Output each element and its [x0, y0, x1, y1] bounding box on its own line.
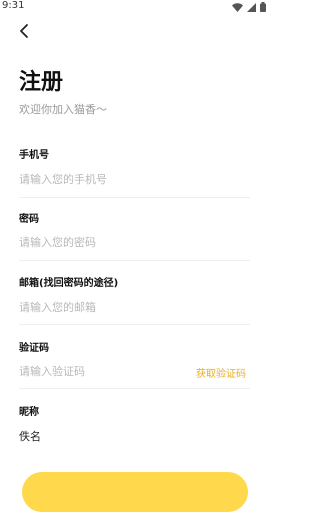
back-button[interactable] — [16, 22, 34, 40]
back-arrow-icon — [20, 24, 28, 38]
battery-icon — [260, 2, 266, 12]
password-label: 密码 — [19, 214, 39, 225]
get-code-button[interactable]: 获取验证码 — [196, 365, 246, 380]
email-label: 邮箱(找回密码的途径) — [19, 278, 119, 289]
status-bar: 9:31 — [0, 0, 270, 14]
page-subtitle: 欢迎你加入猫香～ — [19, 103, 107, 116]
nickname-input[interactable]: 佚名 — [19, 428, 41, 444]
code-input[interactable] — [19, 360, 189, 382]
phone-input[interactable] — [19, 168, 249, 190]
register-submit-button[interactable] — [22, 472, 248, 512]
email-input[interactable] — [19, 296, 249, 318]
password-divider — [19, 260, 250, 261]
wifi-icon — [232, 2, 243, 12]
system-icons — [232, 2, 266, 12]
nickname-label: 昵称 — [19, 407, 39, 418]
password-input[interactable] — [19, 231, 249, 253]
page-title: 注册 — [19, 70, 64, 95]
status-time: 9:31 — [2, 0, 25, 11]
phone-divider — [19, 197, 250, 198]
signal-icon — [247, 2, 256, 12]
code-label: 验证码 — [19, 343, 49, 354]
code-divider — [19, 388, 250, 389]
email-divider — [19, 324, 250, 325]
phone-label: 手机号 — [19, 150, 49, 161]
